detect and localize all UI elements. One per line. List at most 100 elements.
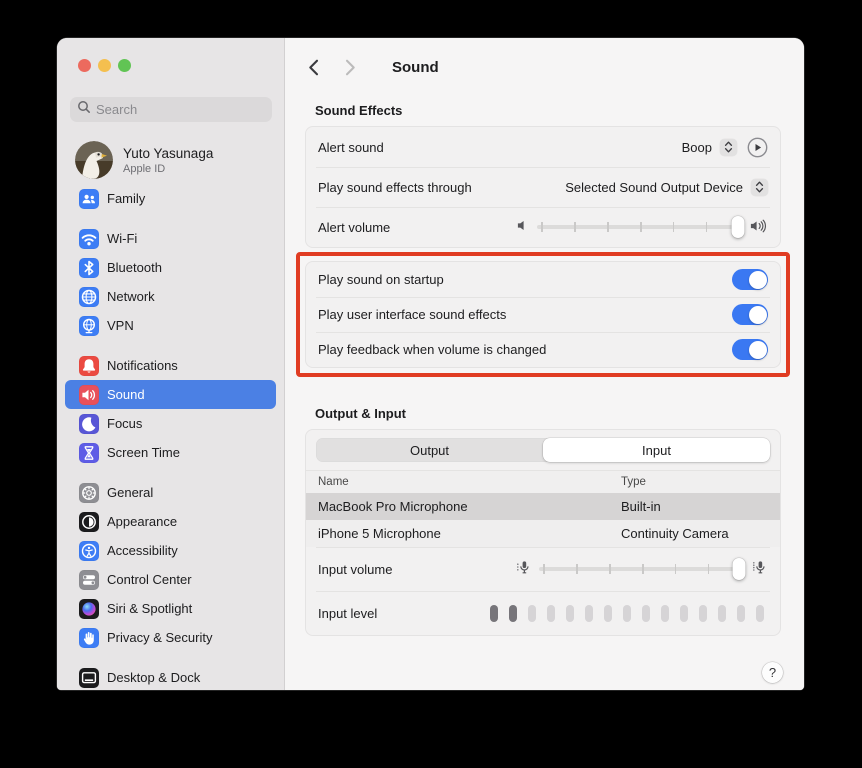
- sidebar-item-network[interactable]: Network: [65, 282, 276, 311]
- sidebar-item-privacy-security[interactable]: Privacy & Security: [65, 623, 276, 652]
- sidebar-item-label: Notifications: [107, 358, 178, 373]
- sidebar-item-bluetooth[interactable]: Bluetooth: [65, 253, 276, 282]
- speaker-icon: [79, 385, 99, 405]
- sidebar-search: [70, 97, 272, 122]
- sidebar-item-label: Appearance: [107, 514, 177, 529]
- level-segment: [661, 605, 670, 622]
- column-name: Name: [318, 476, 621, 488]
- apple-id-profile[interactable]: Yuto Yasunaga Apple ID: [65, 136, 276, 184]
- sidebar-item-wifi[interactable]: Wi-Fi: [65, 224, 276, 253]
- alert-sound-label: Alert sound: [318, 140, 384, 155]
- input-volume-row: Input volume: [306, 547, 780, 591]
- input-volume-label: Input volume: [318, 562, 392, 577]
- toggles-icon: [79, 570, 99, 590]
- bluetooth-icon: [79, 258, 99, 278]
- level-segment: [528, 605, 537, 622]
- red-annotation-box: Play sound on startup Play user interfac…: [296, 252, 790, 377]
- tab-output[interactable]: Output: [316, 438, 543, 462]
- nav-bar: Sound: [305, 56, 781, 78]
- help-button[interactable]: ?: [762, 662, 783, 683]
- search-icon: [77, 100, 91, 119]
- alert-sound-row: Alert sound Boop: [306, 127, 780, 167]
- back-button[interactable]: [305, 56, 322, 78]
- volume-feedback-toggle[interactable]: [732, 339, 768, 360]
- table-row[interactable]: iPhone 5 Microphone Continuity Camera: [306, 520, 780, 547]
- vpn-globe-icon: [79, 316, 99, 336]
- volume-feedback-row: Play feedback when volume is changed: [306, 332, 780, 367]
- sidebar-item-desktop-dock[interactable]: Desktop & Dock: [65, 663, 276, 690]
- sidebar-item-label: Siri & Spotlight: [107, 601, 192, 616]
- alert-volume-track[interactable]: [537, 225, 743, 229]
- level-segment: [604, 605, 613, 622]
- level-segment: [642, 605, 651, 622]
- level-segment: [566, 605, 575, 622]
- sidebar-item-appearance[interactable]: Appearance: [65, 507, 276, 536]
- play-sound-on-startup-toggle[interactable]: [732, 269, 768, 290]
- level-segment: [699, 605, 708, 622]
- sidebar-item-siri-spotlight[interactable]: Siri & Spotlight: [65, 594, 276, 623]
- wifi-icon: [79, 229, 99, 249]
- zoom-window-button[interactable]: [118, 59, 131, 72]
- sidebar-item-label: Screen Time: [107, 445, 180, 460]
- bell-icon: [79, 356, 99, 376]
- minimize-window-button[interactable]: [98, 59, 111, 72]
- close-window-button[interactable]: [78, 59, 91, 72]
- screenshot-stage: Yuto Yasunaga Apple ID Family Wi-Fi: [0, 0, 862, 768]
- level-segment: [718, 605, 727, 622]
- level-segment: [680, 605, 689, 622]
- alert-sound-popup[interactable]: [720, 139, 737, 156]
- tab-input[interactable]: Input: [543, 438, 770, 462]
- ui-sound-effects-toggle[interactable]: [732, 304, 768, 325]
- output-input-card: Output Input Name Type MacBook Pro Micro…: [305, 429, 781, 636]
- alert-volume-thumb[interactable]: [731, 216, 744, 238]
- ui-sound-effects-row: Play user interface sound effects: [306, 297, 780, 332]
- level-segment: [737, 605, 746, 622]
- search-input[interactable]: [96, 102, 265, 117]
- input-level-row: Input level: [306, 591, 780, 635]
- traffic-lights: [78, 59, 131, 72]
- sidebar-list: Yuto Yasunaga Apple ID Family Wi-Fi: [65, 132, 276, 690]
- sidebar-item-general[interactable]: General: [65, 478, 276, 507]
- device-name: MacBook Pro Microphone: [318, 499, 621, 514]
- level-segment: [509, 605, 518, 622]
- sidebar-item-accessibility[interactable]: Accessibility: [65, 536, 276, 565]
- profile-subtitle: Apple ID: [123, 163, 213, 175]
- play-alert-sound-button[interactable]: [747, 137, 768, 158]
- device-name: iPhone 5 Microphone: [318, 526, 621, 541]
- page-title: Sound: [392, 59, 439, 76]
- sidebar-item-screen-time[interactable]: Screen Time: [65, 438, 276, 467]
- gear-icon: [79, 483, 99, 503]
- table-row[interactable]: MacBook Pro Microphone Built-in: [306, 493, 780, 520]
- mic-low-icon: [516, 560, 532, 578]
- sidebar-item-family[interactable]: Family: [65, 184, 276, 213]
- volume-feedback-label: Play feedback when volume is changed: [318, 342, 546, 357]
- input-volume-track[interactable]: [539, 567, 745, 571]
- startup-toggles-card: Play sound on startup Play user interfac…: [305, 261, 781, 368]
- sidebar-item-label: Accessibility: [107, 543, 178, 558]
- avatar: [75, 141, 113, 179]
- play-through-popup[interactable]: [751, 179, 768, 196]
- play-through-label: Play sound effects through: [318, 180, 472, 195]
- section-title-sound-effects: Sound Effects: [315, 103, 781, 118]
- profile-name: Yuto Yasunaga: [123, 146, 213, 161]
- level-segment: [490, 605, 499, 622]
- sidebar-item-focus[interactable]: Focus: [65, 409, 276, 438]
- level-segment: [585, 605, 594, 622]
- play-through-value: Selected Sound Output Device: [565, 180, 743, 195]
- sidebar-item-control-center[interactable]: Control Center: [65, 565, 276, 594]
- device-type: Continuity Camera: [621, 526, 768, 541]
- ui-sound-effects-label: Play user interface sound effects: [318, 307, 506, 322]
- output-input-tabs: Output Input: [306, 430, 780, 470]
- section-title-output-input: Output & Input: [315, 406, 781, 421]
- input-volume-thumb[interactable]: [732, 558, 745, 580]
- table-header: Name Type: [306, 470, 780, 493]
- forward-button[interactable]: [342, 56, 359, 78]
- sidebar-item-label: Sound: [107, 387, 145, 402]
- family-icon: [79, 189, 99, 209]
- globe-icon: [79, 287, 99, 307]
- sidebar-item-label: Desktop & Dock: [107, 670, 200, 685]
- sidebar-item-notifications[interactable]: Notifications: [65, 351, 276, 380]
- sidebar-item-sound[interactable]: Sound: [65, 380, 276, 409]
- desktop-dock-icon: [79, 668, 99, 688]
- sidebar-item-vpn[interactable]: VPN: [65, 311, 276, 340]
